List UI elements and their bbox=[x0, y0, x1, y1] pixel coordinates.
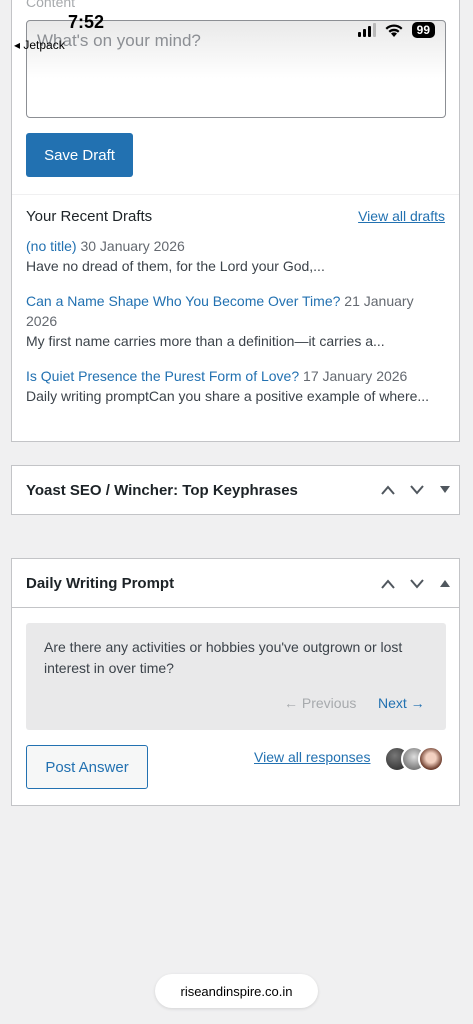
draft-item: Can a Name Shape Who You Become Over Tim… bbox=[26, 291, 446, 351]
responder-avatars bbox=[384, 746, 444, 772]
recent-drafts-heading: Your Recent Drafts bbox=[26, 208, 153, 225]
save-draft-button[interactable]: Save Draft bbox=[26, 133, 133, 177]
view-all-responses-link[interactable]: View all responses bbox=[254, 749, 370, 765]
battery-icon: 99 bbox=[411, 22, 435, 38]
daily-writing-prompt-panel: Daily Writing Prompt Are there any activ… bbox=[11, 558, 460, 806]
draft-date: 17 January 2026 bbox=[303, 368, 408, 384]
wifi-icon bbox=[385, 23, 403, 37]
yoast-keyphrases-panel: Yoast SEO / Wincher: Top Keyphrases bbox=[11, 465, 460, 515]
back-to-jetpack-link[interactable]: ◂ Jetpack bbox=[14, 38, 65, 52]
next-prompt-button[interactable]: Next → bbox=[378, 695, 425, 711]
draft-title-link[interactable]: (no title) bbox=[26, 238, 77, 254]
panel-title: Yoast SEO / Wincher: Top Keyphrases bbox=[26, 482, 298, 499]
prompt-question: Are there any activities or hobbies you'… bbox=[44, 639, 403, 676]
cellular-signal-icon bbox=[357, 23, 376, 37]
draft-excerpt: My first name carries more than a defini… bbox=[26, 333, 385, 349]
status-time: 7:52 bbox=[68, 12, 105, 32]
draft-item: Is Quiet Presence the Purest Form of Lov… bbox=[26, 366, 446, 406]
status-icons: 99 bbox=[357, 22, 435, 38]
draft-date: 30 January 2026 bbox=[80, 238, 185, 254]
draft-excerpt: Have no dread of them, for the Lord your… bbox=[26, 258, 325, 274]
post-answer-button[interactable]: Post Answer bbox=[26, 745, 148, 789]
toggle-panel-icon[interactable] bbox=[440, 580, 450, 588]
divider bbox=[12, 194, 459, 195]
previous-prompt-button[interactable]: ← Previous bbox=[284, 695, 356, 711]
move-up-icon[interactable] bbox=[380, 578, 396, 590]
view-all-drafts-link[interactable]: View all drafts bbox=[358, 208, 445, 224]
draft-excerpt: Daily writing promptCan you share a posi… bbox=[26, 388, 430, 404]
panel-title: Daily Writing Prompt bbox=[26, 575, 175, 592]
quick-draft-panel: Content What's on your mind? Save Draft … bbox=[11, 0, 460, 442]
move-down-icon[interactable] bbox=[409, 578, 425, 590]
prompt-box: Are there any activities or hobbies you'… bbox=[26, 623, 446, 730]
divider bbox=[12, 607, 459, 608]
url-bar[interactable]: riseandinspire.co.in bbox=[155, 974, 318, 1008]
draft-item: (no title) 30 January 2026 Have no dread… bbox=[26, 236, 446, 276]
avatar bbox=[418, 746, 444, 772]
draft-title-link[interactable]: Is Quiet Presence the Purest Form of Lov… bbox=[26, 368, 299, 384]
move-down-icon[interactable] bbox=[409, 484, 425, 496]
toggle-panel-icon[interactable] bbox=[440, 486, 450, 494]
draft-title-link[interactable]: Can a Name Shape Who You Become Over Tim… bbox=[26, 293, 340, 309]
content-label: Content bbox=[26, 0, 76, 10]
move-up-icon[interactable] bbox=[380, 484, 396, 496]
